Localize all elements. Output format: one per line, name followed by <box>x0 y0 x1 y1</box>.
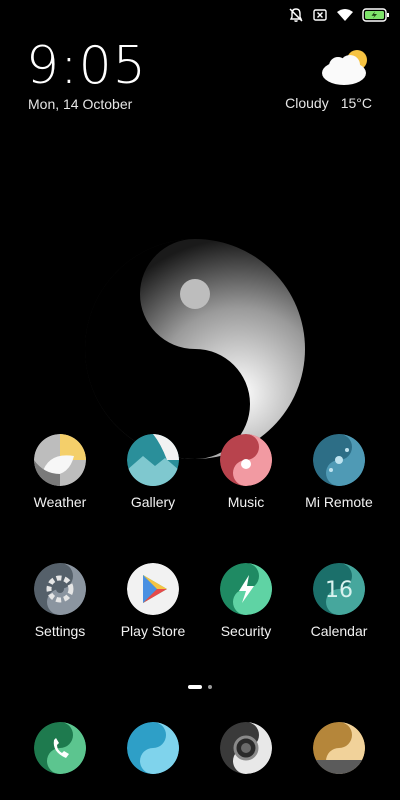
app-calendar[interactable]: 16 Calendar <box>292 563 386 639</box>
app-label: Security <box>220 623 272 639</box>
weather-condition: Cloudy <box>285 95 329 111</box>
app-gallery[interactable]: Gallery <box>106 434 200 510</box>
clock-date: Mon, 14 October <box>28 96 133 112</box>
gallery-app-icon <box>127 434 179 486</box>
dock-phone[interactable] <box>13 722 107 774</box>
wallpaper-yin-yang <box>82 236 308 462</box>
cloud-sun-icon <box>320 46 372 91</box>
page-dot-active <box>188 685 202 689</box>
app-label: Play Store <box>120 623 186 639</box>
app-weather[interactable]: Weather <box>13 434 107 510</box>
weather-widget[interactable]: Cloudy 15°C <box>266 46 376 116</box>
calendar-app-icon: 16 <box>313 563 365 615</box>
battery-charging-icon <box>362 7 390 23</box>
messages-app-icon <box>127 722 179 774</box>
dock-camera[interactable] <box>199 722 293 774</box>
play-store-app-icon <box>127 563 179 615</box>
app-label: Settings <box>34 623 86 639</box>
mi-remote-app-icon <box>313 434 365 486</box>
sim-x-icon <box>312 7 328 23</box>
camera-app-icon <box>220 722 272 774</box>
wifi-icon <box>336 7 354 23</box>
phone-app-icon <box>34 722 86 774</box>
app-label: Music <box>227 494 265 510</box>
app-label: Calendar <box>310 623 368 639</box>
weather-app-icon <box>34 434 86 486</box>
app-mi-remote[interactable]: Mi Remote <box>292 434 386 510</box>
app-label: Gallery <box>130 494 176 510</box>
app-label: Mi Remote <box>305 494 373 510</box>
dock-messages[interactable] <box>106 722 200 774</box>
page-indicator <box>0 685 400 689</box>
settings-app-icon <box>34 563 86 615</box>
clock-time: 9:05 <box>26 36 147 96</box>
calendar-day: 16 <box>325 578 353 603</box>
app-play-store[interactable]: Play Store <box>106 563 200 639</box>
notes-app-icon <box>313 722 365 774</box>
security-app-icon <box>220 563 272 615</box>
weather-temperature: 15°C <box>340 95 372 111</box>
music-app-icon <box>220 434 272 486</box>
status-bar <box>288 6 390 24</box>
bell-off-icon <box>288 7 304 23</box>
page-dot <box>208 685 212 689</box>
weather-summary: Cloudy 15°C <box>285 95 372 111</box>
app-label: Weather <box>33 494 87 510</box>
app-settings[interactable]: Settings <box>13 563 107 639</box>
dock-notes[interactable] <box>292 722 386 774</box>
app-security[interactable]: Security <box>199 563 293 639</box>
app-music[interactable]: Music <box>199 434 293 510</box>
